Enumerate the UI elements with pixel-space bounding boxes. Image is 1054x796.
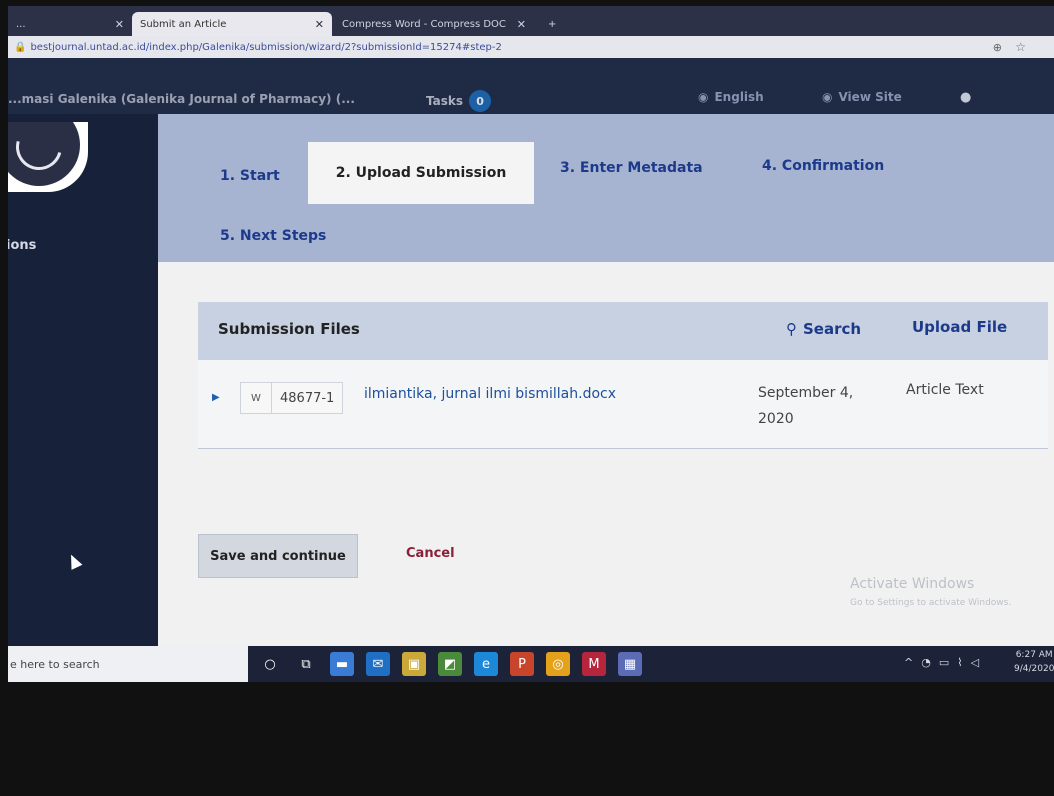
language-label: English [714,90,764,104]
url-text: bestjournal.untad.ac.id/index.php/Galeni… [30,41,502,53]
close-icon[interactable]: ✕ [115,18,124,31]
journal-title[interactable]: ...masi Galenika (Galenika Journal of Ph… [8,92,355,106]
mendeley-icon[interactable]: M [582,652,606,676]
file-name-link[interactable]: ilmiantika, jurnal ilmi bismillah.docx [364,386,616,402]
globe-icon: ◉ [698,90,709,104]
file-explorer-icon[interactable]: ▬ [330,652,354,676]
search-icon: ⚲ [786,320,797,338]
time-text: 6:27 AM [1015,650,1053,660]
panel-title: Submission Files [218,320,360,338]
tasks-count-badge: 0 [469,90,492,112]
date-text: 9/4/2020 [1014,664,1054,674]
tab-start[interactable]: 1. Start [220,168,280,184]
chrome-icon[interactable]: ◎ [546,652,570,676]
browser-tab-3[interactable]: Compress Word - Compress DOC ✕ [334,12,534,36]
tasks-label: Tasks [426,94,464,108]
browser-tab-1[interactable]: ... ✕ [8,12,132,36]
table-row: ▶ W 48677-1 ilmiantika, jurnal ilmi bism… [198,360,1048,449]
powerpoint-icon[interactable]: P [510,652,534,676]
sidebar: ions [8,114,158,646]
save-and-continue-button[interactable]: Save and continue [198,534,358,578]
taskbar-clock[interactable]: 6:27 AM 9/4/2020 [1014,648,1054,676]
journal-logo[interactable] [8,122,88,192]
taskbar-icons: ○ ⧉ ▬ ✉ ▣ ◩ e P ◎ M ▦ [258,652,642,676]
battery-icon[interactable]: ▭ [939,656,949,669]
network-icon[interactable]: ◔ [921,656,931,669]
app-icon[interactable]: ◩ [438,652,462,676]
tab-upload-submission[interactable]: 2. Upload Submission [308,142,534,204]
file-id: 48677-1 [280,390,335,406]
app-header: ...masi Galenika (Galenika Journal of Ph… [8,58,1054,114]
eye-icon: ◉ [822,90,833,104]
system-tray[interactable]: ^ ◔ ▭ ⌇ ◁ [904,656,979,669]
cortana-icon[interactable]: ○ [258,652,282,676]
expand-caret-icon[interactable]: ▶ [212,392,220,403]
view-site-label: View Site [838,90,902,104]
taskbar-search-input[interactable]: e here to search [8,646,248,682]
activate-windows-title: Activate Windows [850,576,975,592]
address-bar[interactable]: 🔒 bestjournal.untad.ac.id/index.php/Gale… [8,36,1054,58]
screen: ... ✕ Submit an Article ✕ Compress Word … [8,6,1054,682]
volume-icon[interactable]: ◁ [971,656,979,669]
tab-label: Compress Word - Compress DOC [342,18,506,30]
file-date: September 4, 2020 [758,385,854,427]
file-type: Article Text [906,382,984,398]
search-button[interactable]: ⚲ Search [786,320,861,338]
submission-files-header: Submission Files ⚲ Search Upload File [198,302,1048,360]
new-tab-button[interactable]: + [540,12,570,36]
store-icon[interactable]: ▣ [402,652,426,676]
app-2-icon[interactable]: ▦ [618,652,642,676]
chevron-up-icon[interactable]: ^ [904,656,913,669]
tab-next-steps[interactable]: 5. Next Steps [220,228,326,244]
word-doc-icon: W [241,383,272,413]
tab-enter-metadata[interactable]: 3. Enter Metadata [560,160,703,176]
tab-label: Submit an Article [140,18,227,30]
tab-label: 2. Upload Submission [335,165,507,181]
wizard-steps: 1. Start 2. Upload Submission 3. Enter M… [158,114,1054,262]
sidebar-item-submissions[interactable]: ions [8,238,36,253]
bookmark-star-icon[interactable]: ☆ [1015,40,1026,54]
wifi-icon[interactable]: ⌇ [957,656,962,669]
tasks-button[interactable]: Tasks 0 [426,90,492,112]
tab-confirmation[interactable]: 4. Confirmation [762,158,884,174]
close-icon[interactable]: ✕ [517,18,526,31]
language-button[interactable]: ◉ English [698,90,764,104]
user-icon[interactable]: ● [960,90,971,105]
browser-tab-2[interactable]: Submit an Article ✕ [132,12,332,36]
zoom-icon[interactable]: ⊕ [993,41,1002,54]
upload-file-button[interactable]: Upload File [912,318,1007,336]
view-site-link[interactable]: ◉ View Site [822,90,902,104]
mail-icon[interactable]: ✉ [366,652,390,676]
file-id-box: W 48677-1 [240,382,344,414]
cancel-link[interactable]: Cancel [406,546,455,561]
task-view-icon[interactable]: ⧉ [294,652,318,676]
browser-tab-bar: ... ✕ Submit an Article ✕ Compress Word … [8,6,1054,36]
lock-icon: 🔒 [14,41,27,53]
close-icon[interactable]: ✕ [315,18,324,31]
activate-windows-subtitle: Go to Settings to activate Windows. [850,598,1012,608]
search-label: Search [803,320,862,338]
edge-icon[interactable]: e [474,652,498,676]
windows-taskbar: e here to search ○ ⧉ ▬ ✉ ▣ ◩ e P ◎ M ▦ ^… [8,646,1054,682]
tab-label: ... [16,18,26,30]
